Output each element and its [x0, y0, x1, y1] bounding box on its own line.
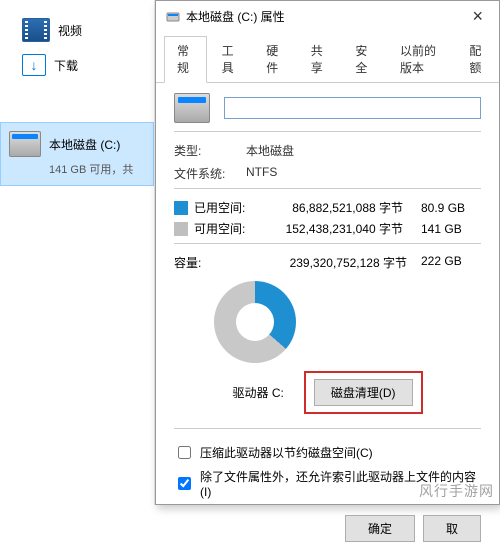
- used-space-gb: 80.9 GB: [421, 201, 481, 215]
- dialog-button-row: 确定 取: [156, 505, 499, 554]
- tab-previous-versions[interactable]: 以前的版本: [387, 36, 454, 83]
- tab-tools[interactable]: 工具: [209, 36, 252, 83]
- drive-icon: [9, 131, 41, 157]
- separator: [174, 243, 481, 244]
- separator: [174, 131, 481, 132]
- used-space-label: 已用空间:: [194, 199, 262, 216]
- free-space-swatch: [174, 222, 188, 236]
- index-checkbox[interactable]: [178, 477, 191, 490]
- drive-c-label: 驱动器 C:: [232, 384, 283, 401]
- cancel-button[interactable]: 取: [423, 515, 481, 542]
- compress-checkbox-row[interactable]: 压缩此驱动器以节约磁盘空间(C): [174, 443, 481, 462]
- capacity-gb: 222 GB: [421, 254, 481, 271]
- compress-label: 压缩此驱动器以节约磁盘空间(C): [200, 444, 373, 461]
- compress-checkbox[interactable]: [178, 446, 191, 459]
- free-space-label: 可用空间:: [194, 220, 262, 237]
- ok-button[interactable]: 确定: [345, 515, 415, 542]
- highlight-annotation: 磁盘清理(D): [304, 371, 423, 414]
- sidebar-item-label: 下载: [54, 57, 78, 74]
- tab-quota[interactable]: 配额: [456, 36, 499, 83]
- used-space-bytes: 86,882,521,088 字节: [266, 199, 417, 216]
- volume-label-input[interactable]: [224, 97, 481, 119]
- sidebar-item-downloads[interactable]: 下载: [0, 48, 154, 82]
- download-icon: [22, 54, 46, 76]
- capacity-bytes: 239,320,752,128 字节: [258, 254, 421, 271]
- disk-cleanup-button[interactable]: 磁盘清理(D): [314, 379, 413, 406]
- explorer-sidebar: 视频 下载 本地磁盘 (C:) 141 GB 可用，共: [0, 0, 155, 505]
- titlebar: 本地磁盘 (C:) 属性 ×: [156, 1, 499, 35]
- tab-security[interactable]: 安全: [342, 36, 385, 83]
- capacity-label: 容量:: [174, 254, 258, 271]
- properties-dialog: 本地磁盘 (C:) 属性 × 常规 工具 硬件 共享 安全 以前的版本 配额 类…: [155, 0, 500, 505]
- drive-icon: [174, 93, 210, 123]
- general-tab-pane: 类型: 本地磁盘 文件系统: NTFS 已用空间: 86,882,521,088…: [156, 83, 499, 505]
- close-button[interactable]: ×: [464, 7, 491, 25]
- separator: [174, 188, 481, 189]
- tab-strip: 常规 工具 硬件 共享 安全 以前的版本 配额: [156, 35, 499, 83]
- drive-title: 本地磁盘 (C:): [49, 136, 120, 153]
- tab-general[interactable]: 常规: [164, 36, 207, 83]
- used-space-swatch: [174, 201, 188, 215]
- drive-small-icon: [166, 9, 180, 23]
- tab-sharing[interactable]: 共享: [298, 36, 341, 83]
- filesystem-label: 文件系统:: [174, 165, 246, 182]
- free-space-bytes: 152,438,231,040 字节: [266, 220, 417, 237]
- free-space-gb: 141 GB: [421, 222, 481, 236]
- index-label: 除了文件属性外，还允许索引此驱动器上文件的内容(I): [200, 468, 481, 499]
- sidebar-item-videos[interactable]: 视频: [0, 12, 154, 48]
- drive-tile-c[interactable]: 本地磁盘 (C:) 141 GB 可用，共: [0, 122, 154, 186]
- usage-donut-chart: [214, 281, 296, 363]
- index-checkbox-row[interactable]: 除了文件属性外，还允许索引此驱动器上文件的内容(I): [174, 468, 481, 499]
- dialog-title: 本地磁盘 (C:) 属性: [186, 8, 464, 25]
- tab-hardware[interactable]: 硬件: [253, 36, 296, 83]
- separator: [174, 428, 481, 429]
- video-icon: [22, 18, 50, 42]
- filesystem-value: NTFS: [246, 165, 277, 182]
- sidebar-item-label: 视频: [58, 22, 82, 39]
- drive-subtext: 141 GB 可用，共: [49, 161, 145, 177]
- type-label: 类型:: [174, 142, 246, 159]
- type-value: 本地磁盘: [246, 142, 294, 159]
